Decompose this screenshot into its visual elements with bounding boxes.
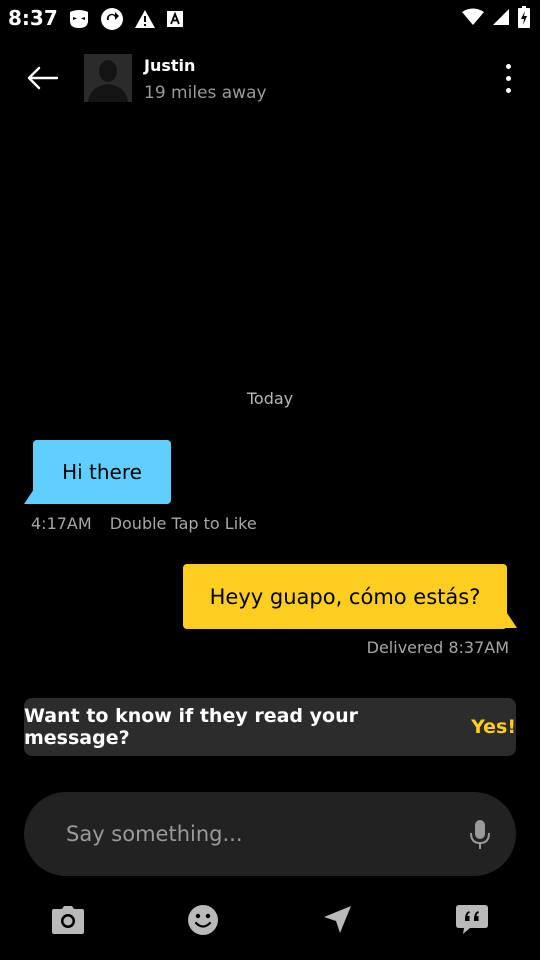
outgoing-message-bubble[interactable]: Heyy guapo, cómo estás? [183,564,507,629]
contact-avatar[interactable] [84,54,132,102]
date-divider: Today [246,389,294,408]
delivery-status: Delivered 8:37AM [366,638,509,657]
voice-message-button[interactable] [468,818,492,852]
chat-header: Justin 19 miles away [0,36,540,120]
camera-button[interactable] [48,900,88,940]
double-tap-hint: Double Tap to Like [109,514,257,533]
warning-icon [134,9,156,33]
location-arrow-icon [324,906,351,933]
send-location-button[interactable] [317,900,357,940]
back-button[interactable] [22,60,62,96]
more-vert-dot [505,87,511,93]
wifi-icon [462,8,484,30]
status-bar: 8:37 [0,0,540,36]
more-vert-icon [505,63,511,69]
emoji-button[interactable] [183,900,223,940]
upsell-yes-link[interactable]: Yes! [471,716,516,738]
more-vert-dot [505,75,511,81]
notification-icons [68,7,184,35]
outgoing-message-text: Heyy guapo, cómo estás? [209,584,481,609]
upsell-question: Want to know if they read your message? [24,705,358,749]
profile-silhouette-icon [84,54,132,102]
system-icons [462,6,530,32]
smiley-icon [188,905,218,935]
read-receipt-upsell[interactable]: Want to know if they read your message? … [24,698,516,756]
chat-toolbar [0,890,540,946]
back-arrow-icon [27,66,58,90]
text-a-icon [166,10,184,32]
camera-icon [52,906,84,934]
battery-icon [518,6,530,32]
grindr-mask-icon [68,9,90,33]
cell-signal-icon [492,8,510,30]
message-composer [24,792,516,876]
incoming-message-time: 4:17AM [31,514,92,533]
contact-distance: 19 miles away [144,83,267,103]
quote-bubble-icon [456,905,488,934]
saved-phrases-button[interactable] [452,900,492,940]
contact-name[interactable]: Justin [144,56,195,75]
overflow-menu-button[interactable] [498,60,518,96]
incoming-message-bubble[interactable]: Hi there [33,440,171,504]
incoming-message-text: Hi there [62,460,142,484]
sync-icon [100,7,124,35]
message-input[interactable] [66,814,446,854]
microphone-icon [470,820,490,849]
incoming-message-meta: 4:17AM Double Tap to Like [31,514,257,533]
status-time: 8:37 [8,6,58,30]
